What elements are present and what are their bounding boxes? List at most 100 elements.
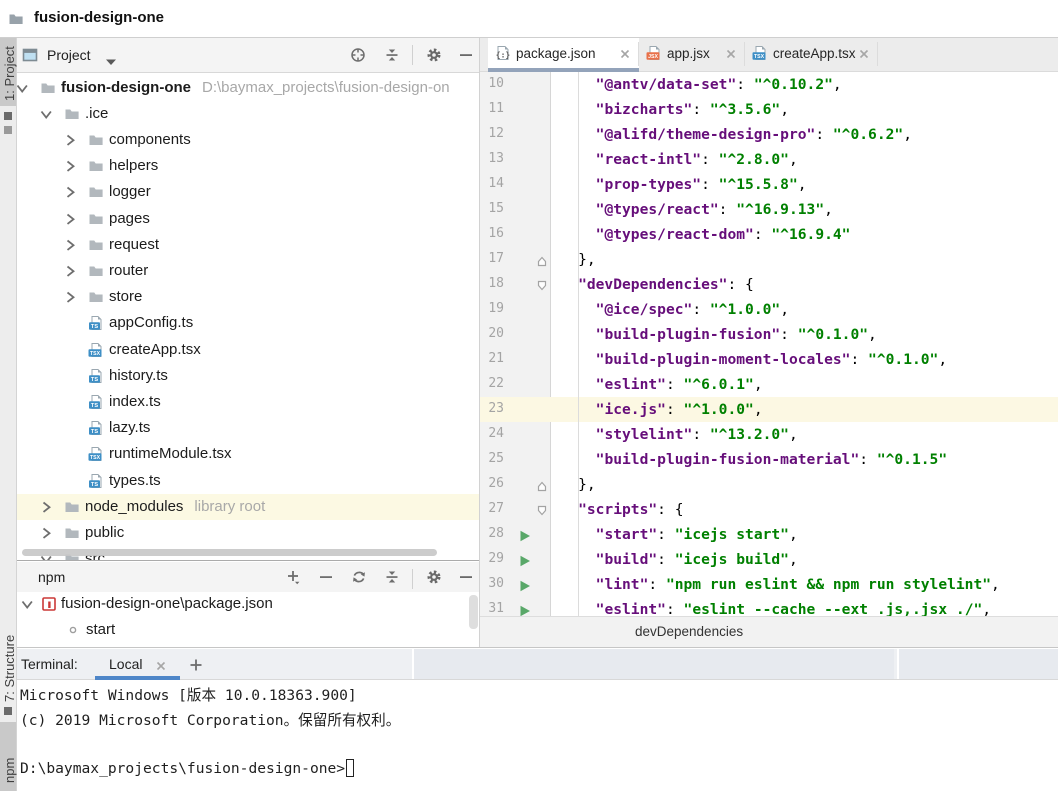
tree-item-helpers[interactable]: helpers xyxy=(17,153,479,179)
chevron-right-icon[interactable] xyxy=(62,289,78,305)
line-number: 16 xyxy=(480,226,504,241)
code-line-10: 10 "@antv/data-set": "^0.10.2", xyxy=(480,72,1058,97)
tree-item-history.ts[interactable]: TShistory.ts xyxy=(17,363,479,389)
tree-item-label: lazy.ts xyxy=(109,419,150,436)
hide-panel-icon[interactable] xyxy=(458,47,474,63)
terminal-line: Microsoft Windows [版本 10.0.18363.900] xyxy=(20,684,357,705)
chevron-right-icon[interactable] xyxy=(62,211,78,227)
project-view-dropdown-icon[interactable] xyxy=(105,53,117,70)
npm-item-fusion-design-one-package.json[interactable]: fusion-design-one\package.json xyxy=(17,592,479,617)
run-script-icon[interactable] xyxy=(519,554,531,572)
gear-icon[interactable] xyxy=(426,569,442,585)
svg-text:TS: TS xyxy=(91,403,98,409)
hide-panel-icon[interactable] xyxy=(458,50,474,67)
code-viewport[interactable]: 10 "@antv/data-set": "^0.10.2",11 "bizch… xyxy=(480,72,1058,616)
gear-icon[interactable] xyxy=(426,47,442,63)
remove-icon[interactable] xyxy=(318,572,334,589)
tree-item-node-modules[interactable]: node_moduleslibrary root xyxy=(17,494,479,520)
run-script-icon[interactable] xyxy=(519,604,531,616)
line-number: 30 xyxy=(480,576,504,591)
chevron-right-icon[interactable] xyxy=(62,184,78,200)
terminal-tab-local[interactable]: Local xyxy=(109,656,142,672)
chevron-down-icon[interactable] xyxy=(17,80,30,96)
tree-item-.ice[interactable]: .ice xyxy=(17,101,479,127)
collapse-all-icon[interactable] xyxy=(384,569,400,585)
tree-item-label: helpers xyxy=(109,157,158,174)
file-json-icon: {:} xyxy=(495,45,511,61)
tree-item-index.ts[interactable]: TSindex.ts xyxy=(17,389,479,415)
add-icon[interactable] xyxy=(285,569,301,585)
tool-stripe-icon[interactable] xyxy=(4,126,12,134)
tree-item-public[interactable]: public xyxy=(17,520,479,546)
settings-icon[interactable] xyxy=(426,50,442,67)
stripe-button-structure[interactable]: 7: Structure xyxy=(2,635,17,702)
collapse-all-icon[interactable] xyxy=(384,47,400,63)
horizontal-scrollbar[interactable] xyxy=(22,549,437,556)
stripe-button-project[interactable]: 1: Project xyxy=(2,46,17,101)
tree-item-store[interactable]: store xyxy=(17,284,479,310)
refresh-icon[interactable] xyxy=(351,569,367,585)
project-panel-title[interactable]: Project xyxy=(47,47,91,63)
hide-panel-icon[interactable] xyxy=(458,572,474,589)
run-script-icon[interactable] xyxy=(519,579,531,597)
tree-item-appconfig.ts[interactable]: TSappConfig.ts xyxy=(17,310,479,336)
hide-panel-icon[interactable] xyxy=(458,569,474,585)
fold-start-icon[interactable] xyxy=(536,504,548,522)
tree-item-createapp.tsx[interactable]: TSXcreateApp.tsx xyxy=(17,337,479,363)
close-icon[interactable] xyxy=(858,47,870,59)
window-title: fusion-design-one xyxy=(34,9,164,26)
chevron-right-icon[interactable] xyxy=(38,499,54,515)
tree-item-label: .ice xyxy=(85,105,108,122)
close-icon[interactable] xyxy=(155,659,166,670)
tree-item-components[interactable]: components xyxy=(17,127,479,153)
stripe-button-npm[interactable]: npm xyxy=(2,758,17,783)
chevron-down-icon[interactable] xyxy=(19,596,35,612)
gear-icon[interactable] xyxy=(426,572,442,589)
tree-item-label: logger xyxy=(109,183,151,200)
npm-item-start[interactable]: start xyxy=(17,618,479,643)
tree-item-label: runtimeModule.tsx xyxy=(109,445,232,462)
chevron-right-icon[interactable] xyxy=(62,237,78,253)
close-icon[interactable] xyxy=(619,47,631,59)
chevron-right-icon[interactable] xyxy=(62,132,78,148)
chevron-right-icon[interactable] xyxy=(38,525,54,541)
add-icon[interactable] xyxy=(285,572,301,589)
refresh-icon[interactable] xyxy=(351,572,367,589)
tree-item-pages[interactable]: pages xyxy=(17,206,479,232)
run-script-icon[interactable] xyxy=(519,529,531,547)
chevron-right-icon[interactable] xyxy=(62,263,78,279)
fold-end-icon[interactable] xyxy=(536,479,548,497)
locate-icon[interactable] xyxy=(350,47,366,63)
editor-tab-createapp.tsx[interactable]: TSXcreateApp.tsx xyxy=(745,38,878,68)
chevron-right-icon[interactable] xyxy=(62,158,78,174)
tool-stripe-icon[interactable] xyxy=(4,112,12,120)
new-terminal-icon[interactable] xyxy=(189,658,203,672)
fold-end-icon[interactable] xyxy=(536,254,548,272)
terminal-output[interactable]: Microsoft Windows [版本 10.0.18363.900](c)… xyxy=(17,680,1058,791)
tree-item-lazy.ts[interactable]: TSlazy.ts xyxy=(17,415,479,441)
breadcrumb-item[interactable]: devDependencies xyxy=(635,624,743,639)
line-number: 22 xyxy=(480,376,504,391)
editor-tab-app.jsx[interactable]: JSXapp.jsx xyxy=(639,38,745,68)
collapse-all-icon[interactable] xyxy=(384,50,400,67)
script-bullet-icon xyxy=(65,622,81,638)
tree-item-router[interactable]: router xyxy=(17,258,479,284)
tree-item-logger[interactable]: logger xyxy=(17,179,479,205)
editor-tab-package.json[interactable]: {:}package.json xyxy=(488,38,639,68)
new-terminal-icon[interactable] xyxy=(189,659,203,676)
tree-item-fusion-design-one[interactable]: fusion-design-oneD:\baymax_projects\fusi… xyxy=(17,75,479,101)
vertical-scrollbar[interactable] xyxy=(469,595,478,629)
remove-icon[interactable] xyxy=(318,569,334,585)
tree-item-types.ts[interactable]: TStypes.ts xyxy=(17,468,479,494)
collapse-all-icon[interactable] xyxy=(384,572,400,589)
fold-start-icon[interactable] xyxy=(536,279,548,297)
svg-text:TS: TS xyxy=(91,377,98,383)
chevron-down-icon[interactable] xyxy=(38,106,54,122)
select-opened-file-icon[interactable] xyxy=(350,50,366,67)
close-icon[interactable] xyxy=(725,47,737,59)
close-terminal-tab-icon[interactable] xyxy=(155,659,167,676)
tool-stripe-icon[interactable] xyxy=(4,707,12,715)
chevron-down-icon[interactable] xyxy=(105,53,117,71)
tree-item-request[interactable]: request xyxy=(17,232,479,258)
tree-item-runtimemodule.tsx[interactable]: TSXruntimeModule.tsx xyxy=(17,441,479,467)
